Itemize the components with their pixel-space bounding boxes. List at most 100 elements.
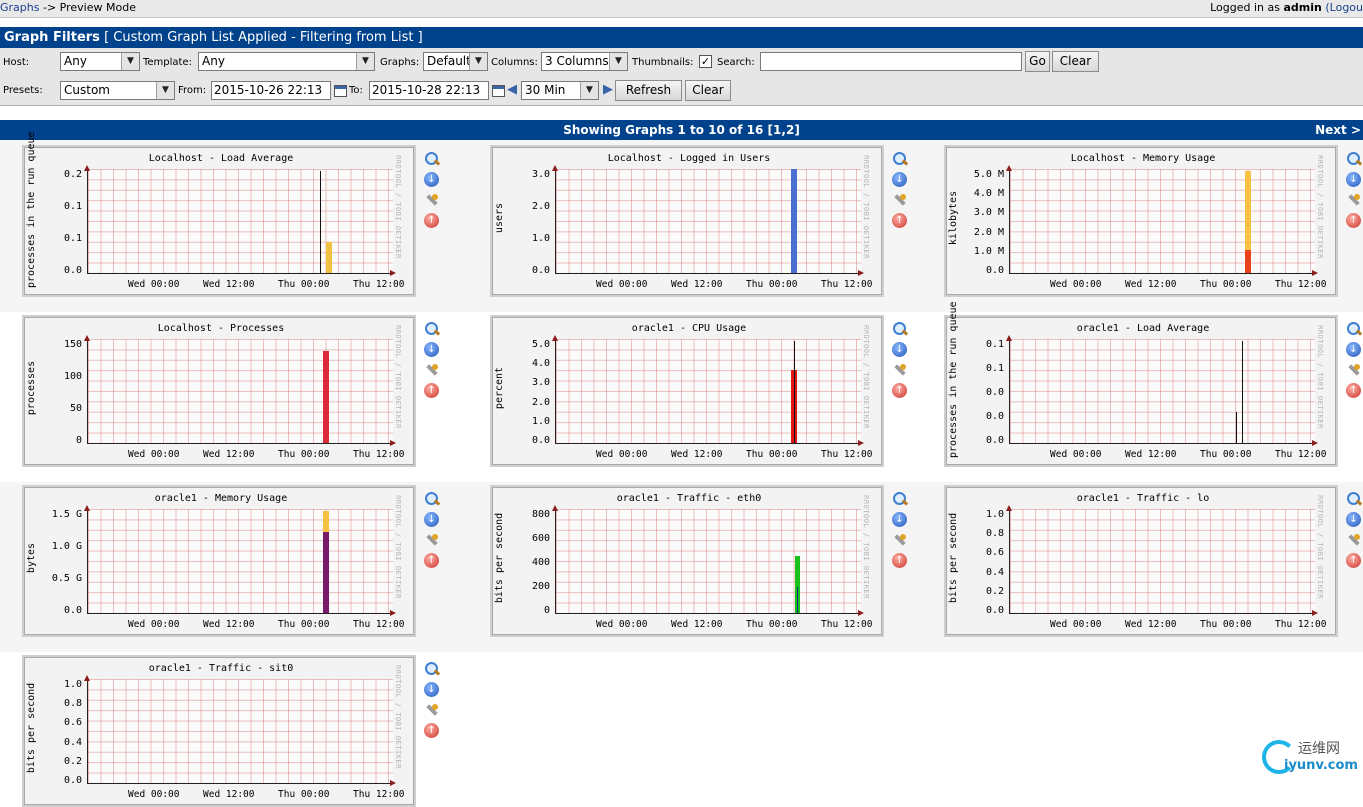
to-calendar-icon[interactable] (492, 85, 505, 97)
graph-data-spike (793, 341, 796, 443)
edit-icon[interactable] (424, 192, 440, 208)
x-tick-label: Wed 12:00 (203, 789, 255, 800)
zoom-icon[interactable] (424, 661, 441, 677)
graph-thumbnail[interactable]: oracle1 - Traffic - sit0 bits per second R… (22, 655, 416, 807)
csv-export-icon[interactable]: ↓ (1346, 342, 1361, 357)
move-up-icon[interactable]: ↑ (892, 213, 907, 228)
template-select[interactable]: Any ▼ (198, 52, 375, 71)
zoom-icon[interactable] (1346, 151, 1363, 167)
csv-export-icon[interactable]: ↓ (424, 682, 439, 697)
x-axis-arrow (1312, 270, 1318, 276)
graph-thumbnail[interactable]: Localhost - Logged in Users users RRDTOOL … (490, 145, 884, 297)
graph-filters-subtitle: [ Custom Graph List Applied - Filtering … (104, 30, 423, 45)
y-axis-arrow (1006, 165, 1012, 171)
graphs-select[interactable]: Default ▼ (423, 52, 488, 71)
csv-export-icon[interactable]: ↓ (1346, 512, 1361, 527)
x-tick-label: Thu 12:00 (1275, 279, 1327, 290)
y-tick-label: 150 (63, 339, 82, 350)
x-tick-label: Wed 00:00 (1050, 619, 1102, 630)
columns-select[interactable]: 3 Columns ▼ (541, 52, 628, 71)
refresh-button[interactable]: Refresh (615, 80, 682, 101)
chevron-down-icon: ▼ (356, 53, 374, 70)
csv-export-icon[interactable]: ↓ (1346, 172, 1361, 187)
move-up-icon[interactable]: ↑ (1346, 553, 1361, 568)
thumbnails-checkbox[interactable]: ✓ (699, 55, 712, 68)
top-bar: Graphs -> Preview Mode Logged in as admi… (0, 0, 1363, 18)
go-button[interactable]: Go (1025, 51, 1050, 72)
zoom-icon[interactable] (892, 151, 909, 167)
next-page-link[interactable]: Next > (1315, 120, 1361, 140)
move-up-icon[interactable]: ↑ (424, 723, 439, 738)
y-tick-label: 0.2 (63, 169, 82, 180)
from-calendar-icon[interactable] (334, 85, 347, 97)
clear-search-button[interactable]: Clear (1052, 51, 1099, 72)
timespan-select[interactable]: 30 Min ▼ (521, 81, 599, 100)
graph-thumbnail[interactable]: Localhost - Processes processes RRDTOOL / … (22, 315, 416, 467)
x-axis-arrow (390, 610, 396, 616)
graph-thumbnail[interactable]: oracle1 - Load Average processes in the r… (944, 301, 1338, 467)
graph-thumbnail[interactable]: oracle1 - Traffic - lo bits per second RRD… (944, 485, 1338, 637)
csv-export-icon[interactable]: ↓ (424, 172, 439, 187)
move-up-icon[interactable]: ↑ (892, 383, 907, 398)
y-tick-label: 5.0 (531, 339, 550, 350)
y-tick-label: 0.5 G (51, 573, 82, 584)
search-input[interactable] (760, 52, 1022, 71)
zoom-icon[interactable] (892, 321, 909, 337)
y-tick-label: 600 (531, 533, 550, 544)
csv-export-icon[interactable]: ↓ (892, 512, 907, 527)
y-tick-label: 4.0 M (973, 188, 1004, 200)
edit-icon[interactable] (424, 532, 440, 548)
from-date-input[interactable]: 2015-10-26 22:13 (211, 81, 331, 100)
host-select[interactable]: Any ▼ (60, 52, 140, 71)
x-tick-label: Thu 00:00 (278, 789, 330, 800)
edit-icon[interactable] (1346, 362, 1362, 378)
graph-thumbnail[interactable]: oracle1 - Memory Usage bytes RRDTOOL / TOB… (22, 485, 416, 637)
edit-icon[interactable] (892, 192, 908, 208)
move-up-icon[interactable]: ↑ (424, 213, 439, 228)
edit-icon[interactable] (1346, 532, 1362, 548)
move-up-icon[interactable]: ↑ (892, 553, 907, 568)
zoom-icon[interactable] (424, 151, 441, 167)
graph-data-spike (319, 171, 322, 273)
chevron-down-icon: ▼ (121, 53, 139, 70)
edit-icon[interactable] (892, 362, 908, 378)
to-date-input[interactable]: 2015-10-28 22:13 (369, 81, 489, 100)
presets-select[interactable]: Custom ▼ (60, 81, 175, 100)
y-tick-label: 0.1 (985, 363, 1004, 374)
graph-thumbnail[interactable]: Localhost - Load Average processes in the… (22, 131, 416, 297)
graph-filters-title: Graph Filters (4, 30, 100, 45)
y-tick-label: 0.0 (63, 605, 82, 616)
move-up-icon[interactable]: ↑ (1346, 213, 1361, 228)
edit-icon[interactable] (892, 532, 908, 548)
csv-export-icon[interactable]: ↓ (892, 172, 907, 187)
x-axis-arrow (1312, 440, 1318, 446)
logout-link[interactable]: (Logou (1325, 1, 1363, 14)
y-tick-label: 1.5 G (51, 509, 82, 520)
zoom-icon[interactable] (892, 491, 909, 507)
shift-right-arrow-icon[interactable]: ▶ (603, 83, 613, 97)
x-tick-label: Wed 12:00 (671, 619, 723, 630)
edit-icon[interactable] (1346, 192, 1362, 208)
zoom-icon[interactable] (1346, 321, 1363, 337)
graph-thumbnail[interactable]: oracle1 - Traffic - eth0 bits per second R… (490, 485, 884, 637)
csv-export-icon[interactable]: ↓ (424, 342, 439, 357)
edit-icon[interactable] (424, 702, 440, 718)
host-label: Host: (3, 57, 30, 68)
y-axis-arrow (552, 165, 558, 171)
graph-thumbnail[interactable]: oracle1 - CPU Usage percent RRDTOOL / TOBI… (490, 315, 884, 467)
edit-icon[interactable] (424, 362, 440, 378)
move-up-icon[interactable]: ↑ (1346, 383, 1361, 398)
zoom-icon[interactable] (424, 321, 441, 337)
zoom-icon[interactable] (1346, 491, 1363, 507)
move-up-icon[interactable]: ↑ (424, 383, 439, 398)
move-up-icon[interactable]: ↑ (424, 553, 439, 568)
graph-actions: ↓ ↑ (1346, 151, 1363, 233)
breadcrumb-graphs-link[interactable]: Graphs (0, 1, 39, 14)
y-tick-label: 1.0 (63, 679, 82, 690)
zoom-icon[interactable] (424, 491, 441, 507)
graph-thumbnail[interactable]: Localhost - Memory Usage kilobytes RRDTOOL… (944, 145, 1338, 297)
csv-export-icon[interactable]: ↓ (424, 512, 439, 527)
csv-export-icon[interactable]: ↓ (892, 342, 907, 357)
shift-left-arrow-icon[interactable]: ◀ (507, 83, 517, 97)
clear-timespan-button[interactable]: Clear (685, 80, 731, 101)
